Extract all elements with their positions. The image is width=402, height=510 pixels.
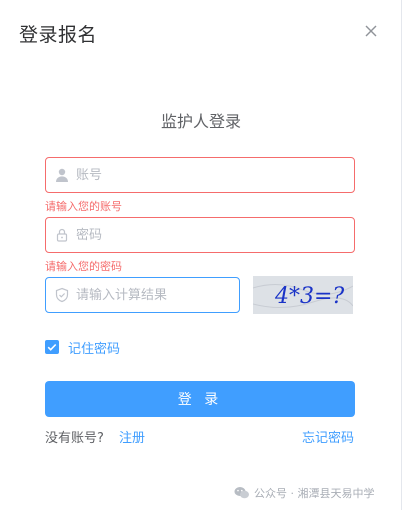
- password-error: 请输入您的密码: [45, 260, 122, 273]
- user-icon: [56, 168, 68, 182]
- captcha-image[interactable]: 4*3=?: [253, 276, 353, 314]
- login-dialog: 登录报名 监护人登录 请输入您的账号 请输入您的密码 4*3=: [0, 0, 402, 510]
- captcha-field: [45, 277, 240, 313]
- shield-icon: [55, 287, 69, 303]
- account-error: 请输入您的账号: [45, 200, 122, 213]
- register-link[interactable]: 注册: [119, 427, 145, 446]
- lock-icon: [56, 228, 68, 242]
- forgot-password-link[interactable]: 忘记密码: [302, 427, 354, 446]
- password-field: [45, 217, 355, 253]
- form-subtitle: 监护人登录: [160, 112, 241, 131]
- no-account-text: 没有账号?: [45, 431, 104, 446]
- watermark-text: 公众号 · 湘潭县天易中学: [254, 487, 375, 500]
- remember-label: 记住密码: [68, 342, 121, 357]
- wechat-icon: [234, 487, 249, 499]
- account-input[interactable]: [76, 158, 346, 192]
- password-input[interactable]: [76, 218, 346, 252]
- captcha-input[interactable]: [76, 278, 231, 312]
- login-button[interactable]: 登 录: [45, 381, 355, 417]
- captcha-text: 4*3=?: [274, 284, 344, 309]
- dialog-title: 登录报名: [19, 24, 98, 46]
- close-icon[interactable]: [362, 22, 380, 40]
- account-field: [45, 157, 355, 193]
- check-icon: [45, 340, 59, 354]
